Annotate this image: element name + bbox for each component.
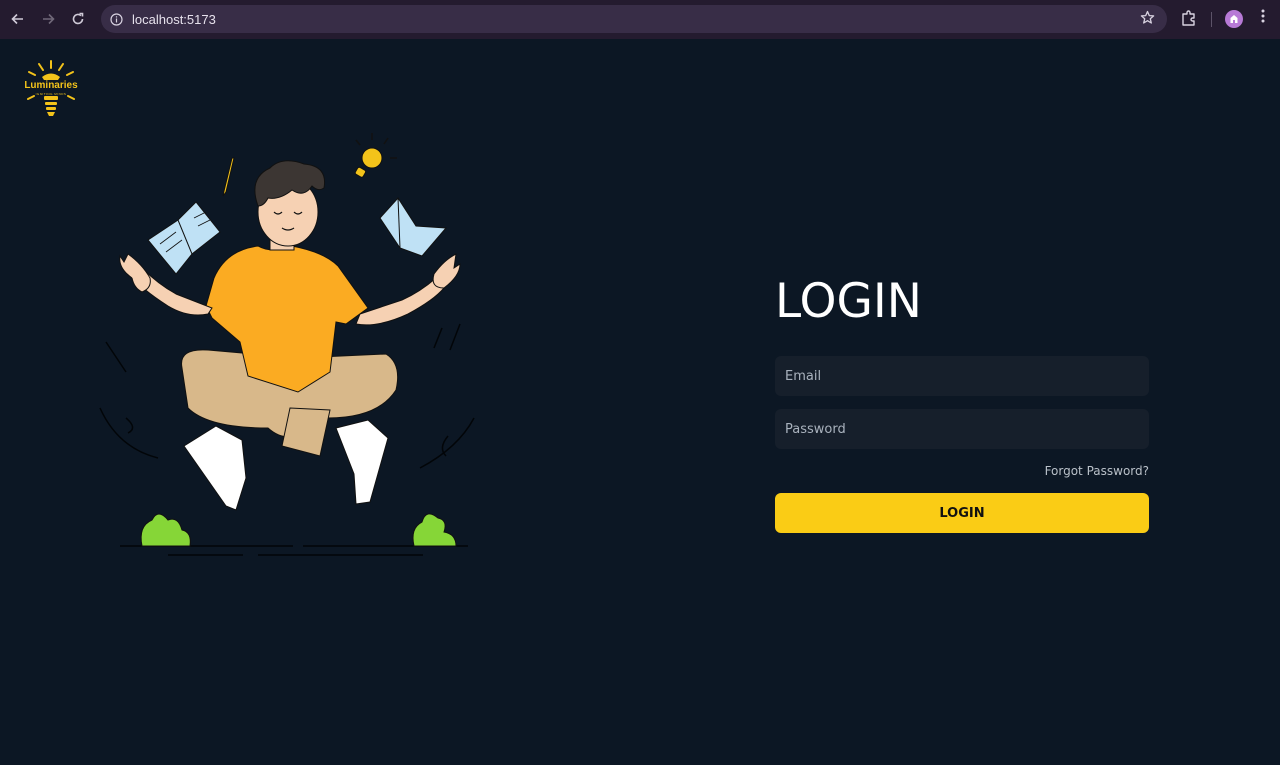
forward-button[interactable] — [33, 4, 63, 34]
right-bush — [412, 513, 457, 547]
arrow-left-icon — [11, 13, 23, 25]
login-button[interactable]: LOGIN — [775, 493, 1149, 533]
left-shoe — [183, 425, 247, 511]
pencil — [222, 157, 235, 197]
brand-tagline: IGNITING MINDS — [35, 92, 67, 96]
profile-avatar[interactable] — [1225, 10, 1243, 28]
back-button[interactable] — [3, 4, 33, 34]
toolbar-divider — [1211, 12, 1212, 27]
profile-icon — [1230, 15, 1238, 23]
brand-name: Luminaries — [24, 80, 78, 91]
right-hand-mudra — [432, 253, 461, 289]
address-bar[interactable]: localhost:5173 — [101, 5, 1167, 33]
kebab-menu-icon[interactable] — [1253, 9, 1273, 29]
left-hand-mudra — [119, 253, 151, 293]
reload-button[interactable] — [63, 4, 93, 34]
star-icon[interactable] — [1140, 10, 1155, 29]
meditating-student-illustration — [99, 133, 475, 556]
puzzle-icon[interactable] — [1180, 9, 1200, 29]
url-text[interactable]: localhost:5173 — [132, 12, 216, 27]
open-book-left — [147, 201, 221, 275]
forgot-password-link[interactable]: Forgot Password? — [1045, 464, 1149, 478]
brand-logo[interactable]: Luminaries IGNITING MINDS — [20, 59, 82, 119]
password-field[interactable] — [775, 409, 1149, 449]
left-bush — [140, 513, 191, 547]
idea-bulb — [354, 133, 397, 178]
right-shoe — [335, 419, 389, 505]
right-arm — [355, 277, 445, 326]
email-field[interactable] — [775, 356, 1149, 396]
arrow-right-icon — [43, 13, 55, 25]
info-icon[interactable] — [102, 5, 130, 33]
reload-icon — [72, 12, 84, 25]
browser-toolbar: localhost:5173 — [0, 0, 1280, 39]
open-book-right — [379, 197, 448, 257]
login-heading: LOGIN — [775, 274, 922, 329]
